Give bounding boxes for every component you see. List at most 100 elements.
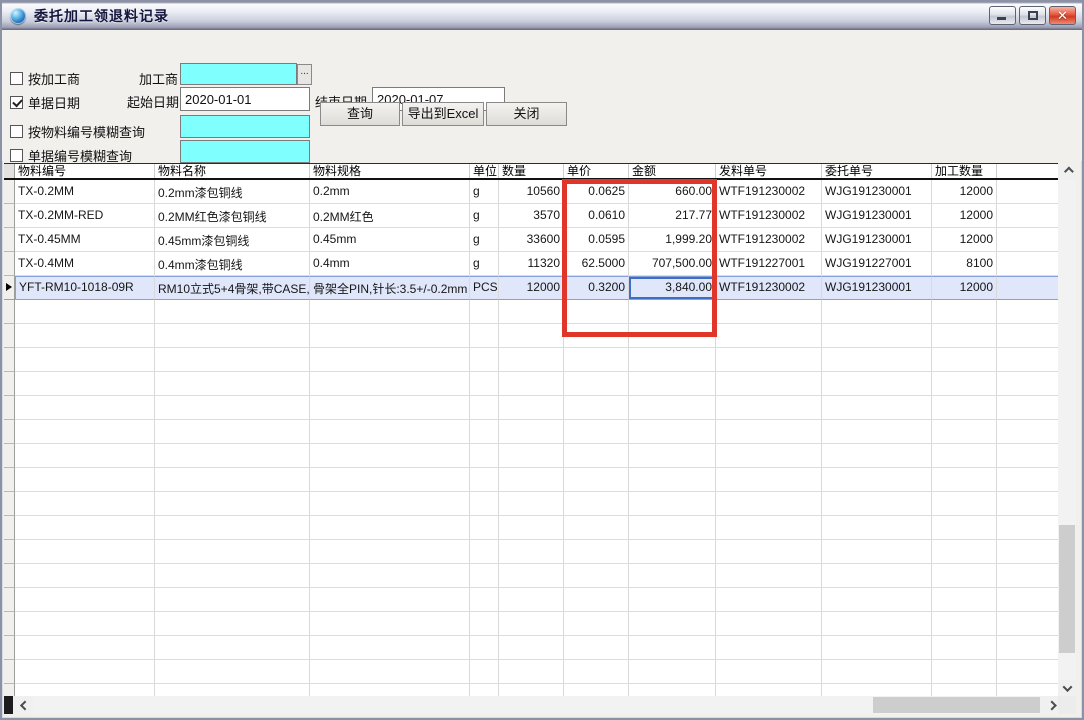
cell[interactable]: 62.5000	[564, 252, 629, 276]
cell[interactable]: 0.45mm	[310, 228, 470, 252]
processor-input[interactable]	[180, 63, 297, 85]
cell[interactable]: PCS	[470, 276, 499, 300]
cell[interactable]: WTF191230002	[716, 204, 822, 228]
empty-cell	[932, 636, 997, 660]
cell[interactable]: 0.4mm漆包铜线	[155, 252, 310, 276]
cell[interactable]: 33600	[499, 228, 564, 252]
empty-cell	[997, 444, 1060, 468]
start-date-input[interactable]	[180, 87, 310, 111]
column-header[interactable]: 委托单号	[822, 164, 932, 178]
column-header[interactable]: 发料单号	[716, 164, 822, 178]
vertical-scrollbar-thumb[interactable]	[1059, 525, 1075, 653]
cell[interactable]: g	[470, 252, 499, 276]
column-header[interactable]: 单位	[470, 164, 499, 178]
cell[interactable]: g	[470, 180, 499, 204]
cell[interactable]: 0.4mm	[310, 252, 470, 276]
column-header[interactable]: 数量	[499, 164, 564, 178]
scroll-down-button[interactable]	[1058, 680, 1076, 697]
processor-browse-button[interactable]: ...	[297, 64, 312, 85]
cell[interactable]: 12000	[932, 204, 997, 228]
horizontal-scrollbar[interactable]	[4, 696, 1060, 714]
cell[interactable]: WTF191230002	[716, 228, 822, 252]
checkbox-fuzzy-material[interactable]: 按物料编号模糊查询	[10, 122, 145, 141]
checkbox-by-processor[interactable]: 按加工商	[10, 69, 80, 88]
cell[interactable]: 0.2mm漆包铜线	[155, 180, 310, 204]
row-indicator	[4, 252, 15, 276]
cell[interactable]: 3570	[499, 204, 564, 228]
cell[interactable]: 0.0595	[564, 228, 629, 252]
empty-cell	[822, 324, 932, 348]
table-row[interactable]: TX-0.2MM0.2mm漆包铜线0.2mmg105600.0625660.00…	[4, 180, 1060, 204]
cell[interactable]: WTF191230002	[716, 180, 822, 204]
cell[interactable]: g	[470, 204, 499, 228]
column-header[interactable]: 物料名称	[155, 164, 310, 178]
query-button[interactable]: 查询	[320, 102, 400, 126]
cell[interactable]: 0.0610	[564, 204, 629, 228]
cell[interactable]: WJG191230001	[822, 276, 932, 300]
scroll-left-button[interactable]	[13, 696, 33, 714]
cell[interactable]: 12000	[932, 180, 997, 204]
cell[interactable]: 1,999.20	[629, 228, 716, 252]
table-row[interactable]: TX-0.4MM0.4mm漆包铜线0.4mmg1132062.5000707,5…	[4, 252, 1060, 276]
cell[interactable]: g	[470, 228, 499, 252]
export-excel-button[interactable]: 导出到Excel	[402, 102, 484, 126]
empty-cell	[15, 612, 155, 636]
table-row[interactable]: TX-0.45MM0.45mm漆包铜线0.45mmg336000.05951,9…	[4, 228, 1060, 252]
cell[interactable]: 12000	[499, 276, 564, 300]
empty-cell	[932, 588, 997, 612]
scroll-right-button[interactable]	[1040, 696, 1060, 714]
vertical-scrollbar[interactable]	[1058, 163, 1076, 697]
hscrollbar-grip[interactable]	[4, 696, 13, 714]
minimize-button[interactable]	[989, 6, 1016, 25]
cell[interactable]: TX-0.2MM-RED	[15, 204, 155, 228]
close-form-button[interactable]: 关闭	[486, 102, 567, 126]
cell[interactable]: 11320	[499, 252, 564, 276]
cell[interactable]: 0.2MM红色	[310, 204, 470, 228]
cell[interactable]: 0.45mm漆包铜线	[155, 228, 310, 252]
column-header[interactable]: 单价	[564, 164, 629, 178]
fuzzy-material-input[interactable]	[180, 115, 310, 138]
cell[interactable]: WTF191227001	[716, 252, 822, 276]
table-row[interactable]: YFT-RM10-1018-09RRM10立式5+4骨架,带CASE,骨架全PI…	[4, 276, 1060, 300]
empty-cell	[310, 444, 470, 468]
column-header[interactable]: 金额	[629, 164, 716, 178]
column-header[interactable]: 物料编号	[15, 164, 155, 178]
checkbox-by-date[interactable]: 单据日期	[10, 93, 80, 112]
cell[interactable]: 骨架全PIN,针长:3.5+/-0.2mm	[310, 276, 470, 300]
fuzzy-document-input[interactable]	[180, 140, 310, 163]
cell[interactable]: TX-0.2MM	[15, 180, 155, 204]
maximize-button[interactable]	[1019, 6, 1046, 25]
column-header[interactable]: 加工数量	[932, 164, 997, 178]
cell[interactable]: WJG191230001	[822, 204, 932, 228]
cell[interactable]: 3,840.00	[629, 276, 716, 300]
cell[interactable]: WJG191230001	[822, 180, 932, 204]
empty-cell	[997, 636, 1060, 660]
empty-cell	[822, 588, 932, 612]
cell[interactable]: 8100	[932, 252, 997, 276]
cell[interactable]: 707,500.00	[629, 252, 716, 276]
table-row[interactable]: TX-0.2MM-RED0.2MM红色漆包铜线0.2MM红色g35700.061…	[4, 204, 1060, 228]
cell[interactable]: 0.2mm	[310, 180, 470, 204]
cell[interactable]: 0.0625	[564, 180, 629, 204]
cell[interactable]: 0.2MM红色漆包铜线	[155, 204, 310, 228]
horizontal-scrollbar-thumb[interactable]	[873, 697, 1042, 713]
cell[interactable]: 12000	[932, 228, 997, 252]
title-bar[interactable]: 委托加工领退料记录 ✕	[2, 2, 1082, 30]
cell[interactable]: WJG191230001	[822, 228, 932, 252]
empty-cell	[155, 612, 310, 636]
cell[interactable]: 217.77	[629, 204, 716, 228]
cell[interactable]: RM10立式5+4骨架,带CASE,	[155, 276, 310, 300]
empty-cell	[155, 300, 310, 324]
scroll-up-button[interactable]	[1058, 163, 1076, 180]
close-button[interactable]: ✕	[1049, 6, 1076, 25]
cell[interactable]: WTF191230002	[716, 276, 822, 300]
cell[interactable]: TX-0.45MM	[15, 228, 155, 252]
cell[interactable]: 10560	[499, 180, 564, 204]
column-header[interactable]: 物料规格	[310, 164, 470, 178]
cell[interactable]: WJG191227001	[822, 252, 932, 276]
cell[interactable]: YFT-RM10-1018-09R	[15, 276, 155, 300]
cell[interactable]: 660.00	[629, 180, 716, 204]
cell[interactable]: 0.3200	[564, 276, 629, 300]
cell[interactable]: 12000	[932, 276, 997, 300]
cell[interactable]: TX-0.4MM	[15, 252, 155, 276]
